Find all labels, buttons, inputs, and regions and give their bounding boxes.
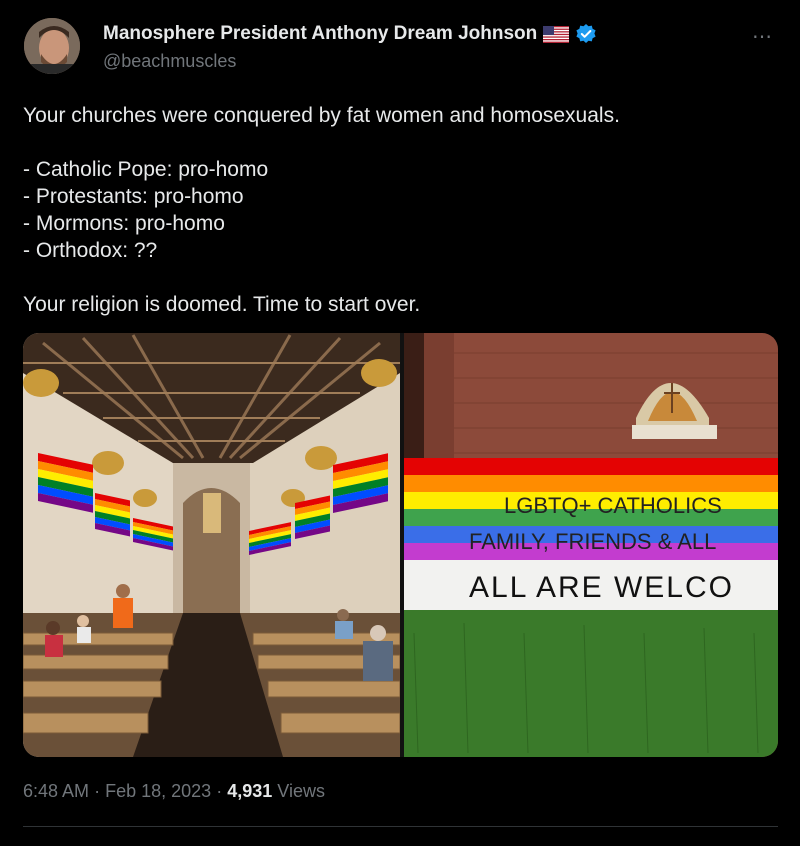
- avatar[interactable]: [24, 18, 80, 74]
- tweet-text: Your churches were conquered by fat wome…: [23, 104, 620, 316]
- tweet-meta: 6:48 AM · Feb 18, 2023 · 4,931 Views: [23, 781, 325, 802]
- verified-badge-icon: [575, 23, 597, 45]
- tweet-time[interactable]: 6:48 AM: [23, 781, 89, 801]
- banner-line2: FAMILY, FRIENDS & ALL: [469, 529, 716, 554]
- author-display-name[interactable]: Manosphere President Anthony Dream Johns…: [103, 23, 537, 45]
- tweet-date[interactable]: Feb 18, 2023: [105, 781, 211, 801]
- views-count: 4,931: [227, 781, 273, 801]
- views-label: Views: [277, 781, 325, 801]
- meta-separator: ·: [94, 781, 101, 801]
- banner-line1: LGBTQ+ CATHOLICS: [504, 493, 722, 518]
- church-interior-photo[interactable]: [23, 333, 400, 757]
- avatar-image: [24, 18, 80, 74]
- divider: [23, 826, 778, 827]
- more-options-icon[interactable]: ⋯: [752, 24, 773, 49]
- meta-separator-2: ·: [216, 781, 223, 801]
- banner-photo[interactable]: LGBTQ+ CATHOLICS FAMILY, FRIENDS & ALL A…: [404, 333, 778, 757]
- tweet-media[interactable]: LGBTQ+ CATHOLICS FAMILY, FRIENDS & ALL A…: [23, 333, 778, 757]
- author-name-row: Manosphere President Anthony Dream Johns…: [103, 23, 597, 45]
- banner-line3: ALL ARE WELCO: [469, 571, 734, 604]
- author-handle[interactable]: @beachmuscles: [103, 51, 236, 72]
- us-flag-icon: [543, 25, 570, 43]
